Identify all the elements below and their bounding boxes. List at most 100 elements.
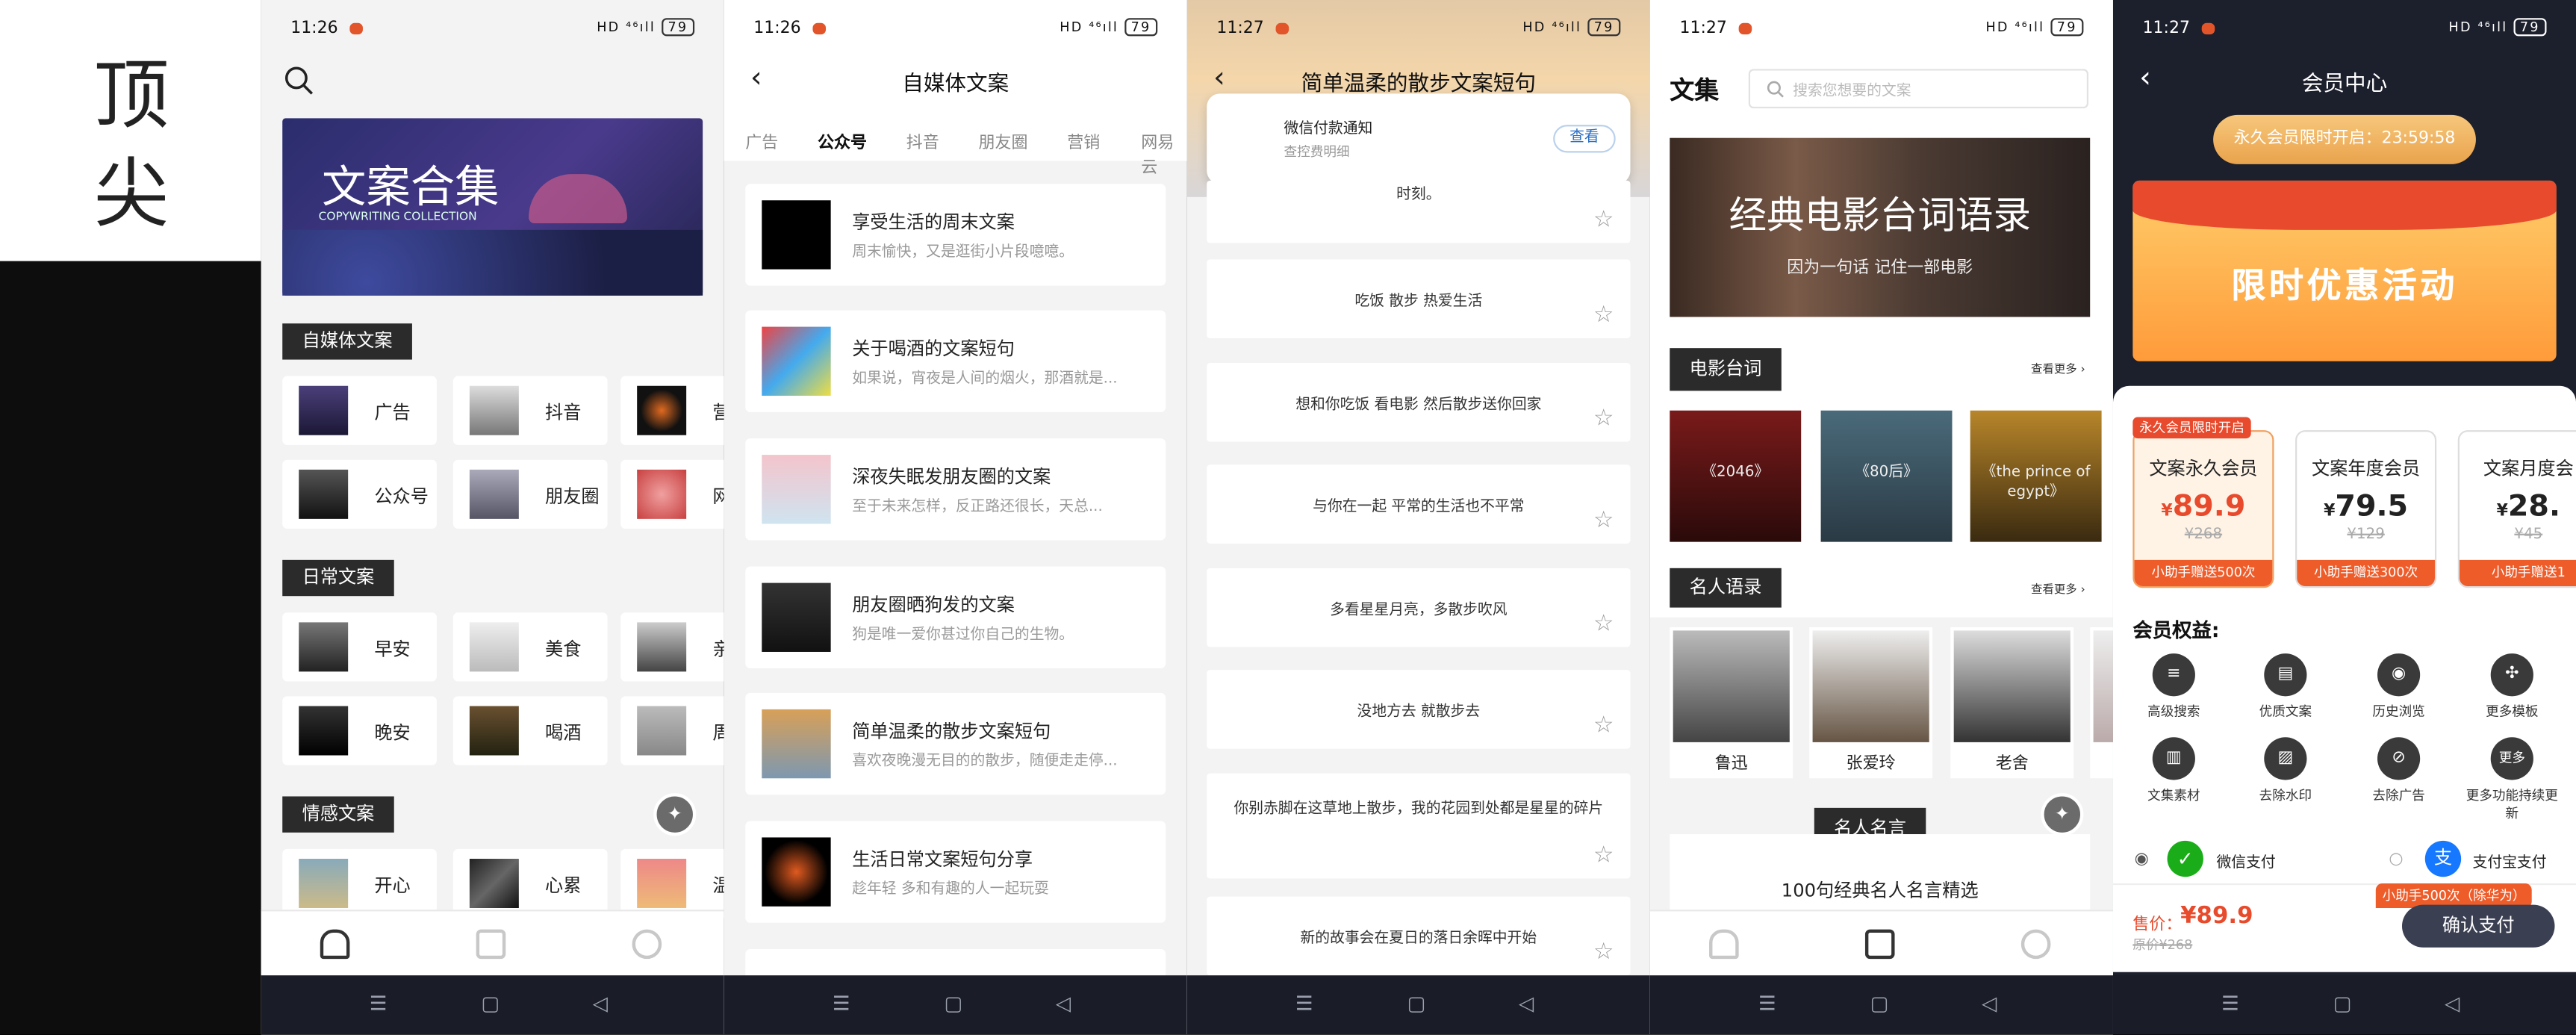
star-icon[interactable]: ☆ <box>1593 712 1614 739</box>
tab-bar <box>261 910 724 976</box>
quote-card[interactable]: 与你在一起 平常的生活也不平常 ☆ <box>1207 464 1631 544</box>
home-tab-icon[interactable] <box>320 929 350 960</box>
grid-item[interactable]: 温 <box>620 848 724 919</box>
back-icon[interactable]: ◁ <box>1056 992 1071 1015</box>
document-tab-icon[interactable] <box>1864 929 1895 960</box>
search-icon[interactable] <box>284 66 314 96</box>
star-icon[interactable]: ☆ <box>1593 405 1614 432</box>
banner-collection[interactable]: 文案合集 COPYWRITING COLLECTION <box>282 118 703 296</box>
tab-official-account[interactable]: 公众号 <box>818 128 867 152</box>
menu-icon[interactable]: ☰ <box>833 992 850 1015</box>
grid-item[interactable]: 朋友圈 <box>452 459 608 529</box>
person-card[interactable]: 鲁迅 <box>1670 627 1793 779</box>
see-more-link[interactable]: 查看更多 › <box>2031 581 2085 597</box>
star-icon[interactable]: ☆ <box>1593 939 1614 966</box>
plan-monthly[interactable]: 文案月度会 ¥28. ¥45 小助手赠送1 <box>2457 430 2576 588</box>
tab-ad[interactable]: 广告 <box>745 128 778 152</box>
original-price: 原价¥268 <box>2132 937 2193 953</box>
star-icon[interactable]: ☆ <box>1593 507 1614 533</box>
grid-item[interactable]: 抖音 <box>452 376 608 445</box>
home-icon[interactable]: ▢ <box>1870 992 1889 1015</box>
puzzle-icon: ✣ <box>2490 653 2533 697</box>
quote-card[interactable]: 新的故事会在夏日的落日余晖中开始 ☆ <box>1207 896 1631 976</box>
movie-card[interactable]: 《2046》 <box>1670 410 1802 542</box>
wechat-pay-label[interactable]: 微信支付 <box>2217 851 2276 872</box>
home-icon[interactable]: ▢ <box>481 992 500 1015</box>
alipay-label[interactable]: 支付宝支付 <box>2473 851 2547 872</box>
grid-item[interactable]: 亲 <box>620 612 724 682</box>
page-title: 文集 <box>1670 75 1720 105</box>
grid-item[interactable]: 晚安 <box>282 696 437 765</box>
quote-card[interactable]: 吃饭 散步 热爱生活 ☆ <box>1207 259 1631 338</box>
alipay-radio[interactable]: ○ <box>2389 851 2403 868</box>
back-icon[interactable]: ◁ <box>1982 992 1997 1015</box>
menu-icon[interactable]: ☰ <box>1295 992 1313 1015</box>
plan-yearly[interactable]: 文案年度会员 ¥79.5 ¥129 小助手赠送300次 <box>2295 430 2437 588</box>
search-box[interactable]: 搜索您想要的文案 <box>1748 69 2089 109</box>
banner-movie-quotes[interactable]: 经典电影台词语录 因为一句话 记住一部电影 <box>1670 137 2091 317</box>
person-card[interactable]: 张爱玲 <box>1809 627 1933 779</box>
document-tab-icon[interactable] <box>476 929 506 960</box>
back-icon[interactable]: ◁ <box>593 992 608 1015</box>
search-input[interactable]: 搜索您想要的文案 <box>1793 79 1911 100</box>
movie-card[interactable]: 《the prince of egypt》 <box>1970 410 2102 542</box>
user-tab-icon[interactable] <box>2020 929 2051 960</box>
star-icon[interactable]: ☆ <box>1593 302 1614 329</box>
grid-item[interactable]: 喝酒 <box>452 696 608 765</box>
promo-banner[interactable]: 限时优惠活动 <box>2132 180 2557 361</box>
benefit-item: ◉ 历史浏览 <box>2350 653 2448 721</box>
menu-icon[interactable]: ☰ <box>370 992 388 1015</box>
star-icon[interactable]: ☆ <box>1593 611 1614 637</box>
grid-item[interactable]: 周 <box>620 696 724 765</box>
benefit-item: ▨ 去除水印 <box>2236 737 2335 804</box>
quote-card[interactable]: 想和你吃饭 看电影 然后散步送你回家 ☆ <box>1207 362 1631 442</box>
view-button[interactable]: 查看 <box>1553 125 1616 153</box>
quote-card[interactable]: 没地方去 就散步去 ☆ <box>1207 670 1631 749</box>
user-tab-icon[interactable] <box>632 929 662 960</box>
home-icon[interactable]: ▢ <box>1407 992 1425 1015</box>
article-item[interactable]: 生活日常文案短句分享 趁年轻 多和有趣的人一起玩耍 <box>745 821 1166 923</box>
alipay-icon: 支 <box>2424 840 2462 877</box>
grid-item[interactable]: 营 <box>620 376 724 445</box>
grid-item[interactable]: 公众号 <box>282 459 437 529</box>
lightbulb-icon[interactable]: ✦ <box>653 793 697 836</box>
tab-netease[interactable]: 网易云 <box>1141 128 1187 177</box>
quote-card[interactable]: 时刻。 ☆ <box>1207 180 1631 243</box>
payment-notification[interactable]: 微信付款通知 查控费明细 查看 <box>1207 93 1631 184</box>
quote-card[interactable]: 多看星星月亮，多散步吹风 ☆ <box>1207 568 1631 647</box>
article-item[interactable]: 简单温柔的散步文案短句 喜欢夜晚漫无目的的散步，随便走走停... <box>745 692 1166 795</box>
grid-item[interactable]: 心累 <box>452 848 608 919</box>
home-tab-icon[interactable] <box>1709 929 1739 960</box>
movie-card[interactable]: 《80后》 <box>1820 410 1953 542</box>
grid-item[interactable]: 广告 <box>282 376 437 445</box>
menu-icon[interactable]: ☰ <box>2221 992 2239 1015</box>
lightbulb-icon[interactable]: ✦ <box>2041 793 2084 836</box>
grid-item[interactable]: 网 <box>620 459 724 529</box>
quotes-collection-item[interactable]: 100句经典名人名言精选 <box>1670 834 2091 913</box>
person-card[interactable]: 老舍 <box>1950 627 2074 779</box>
article-item[interactable]: 关于喝酒的文案短句 如果说，宵夜是人间的烟火，那酒就是... <box>745 310 1166 412</box>
grid-item[interactable]: 开心 <box>282 848 437 919</box>
wechat-radio[interactable]: ◉ <box>2135 851 2149 868</box>
home-icon[interactable]: ▢ <box>2333 992 2352 1015</box>
menu-icon[interactable]: ☰ <box>1758 992 1776 1015</box>
plan-lifetime[interactable]: 文案永久会员 ¥89.9 ¥268 小助手赠送500次 <box>2132 430 2274 588</box>
article-item[interactable]: 朋友圈晒狗发的文案 狗是唯一爱你甚过你自己的生物。 <box>745 566 1166 668</box>
tab-marketing[interactable]: 营销 <box>1067 128 1100 152</box>
grid-item[interactable]: 早安 <box>282 612 437 682</box>
article-item[interactable]: 深夜失眠发朋友圈的文案 至于未来怎样，反正路还很长，天总... <box>745 438 1166 541</box>
back-icon[interactable]: ◁ <box>1519 992 1534 1015</box>
home-icon[interactable]: ▢ <box>944 992 962 1015</box>
back-icon[interactable]: ◁ <box>2445 992 2460 1015</box>
quote-card[interactable]: 你别赤脚在这草地上散步，我的花园到处都是星星的碎片 ☆ <box>1207 773 1631 879</box>
star-icon[interactable]: ☆ <box>1593 842 1614 868</box>
tab-douyin[interactable]: 抖音 <box>906 128 939 152</box>
confirm-pay-button[interactable]: 确认支付 <box>2401 904 2555 948</box>
grid-item[interactable]: 美食 <box>452 612 608 682</box>
star-icon[interactable]: ☆ <box>1593 207 1614 233</box>
wechat-icon: ✓ <box>2167 840 2203 877</box>
tab-moments[interactable]: 朋友圈 <box>979 128 1028 152</box>
person-card[interactable] <box>2090 627 2113 779</box>
see-more-link[interactable]: 查看更多 › <box>2031 361 2085 378</box>
article-item[interactable]: 享受生活的周末文案 周末愉快，又是逛街小片段噫噫。 <box>745 184 1166 286</box>
